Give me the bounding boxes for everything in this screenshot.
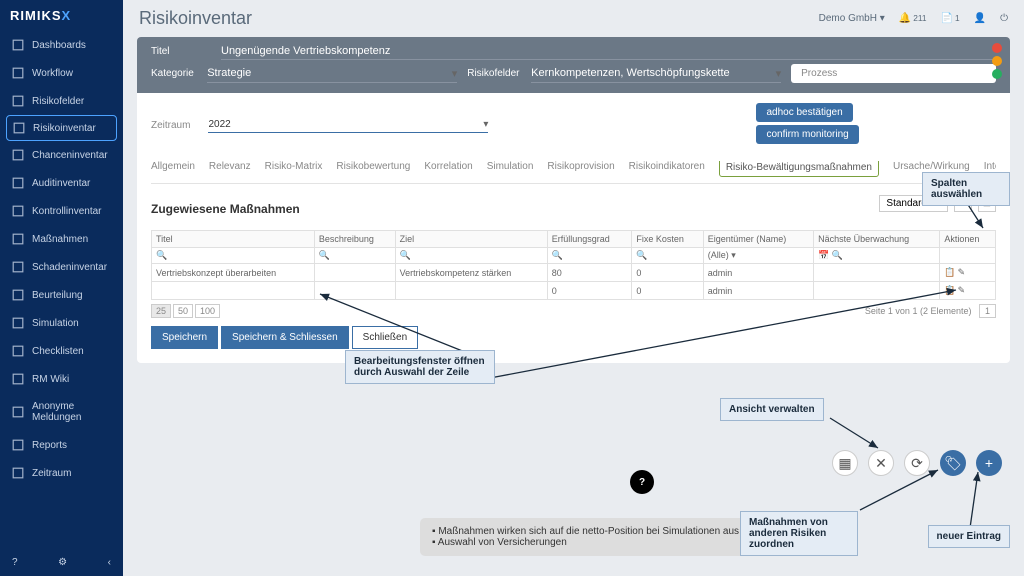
sidebar-item-10[interactable]: Simulation <box>0 309 123 337</box>
sidebar-item-11[interactable]: Checklisten <box>0 337 123 365</box>
clear-icon[interactable]: ✕ <box>868 450 894 476</box>
sidebar-item-13[interactable]: Anonyme Meldungen <box>0 393 123 431</box>
table-row[interactable]: Vertriebskonzept überarbeitenVertriebsko… <box>152 264 996 282</box>
logo: RIMIKSX <box>0 0 123 31</box>
traffic-light <box>992 43 1002 79</box>
title-field[interactable]: Ungenügende Vertriebskompetenz <box>221 43 996 60</box>
settings-icon[interactable]: ⚙ <box>58 557 67 568</box>
edit-icon[interactable]: ✎ <box>958 285 966 296</box>
sidebar-item-6[interactable]: Kontrollinventar <box>0 197 123 225</box>
sidebar-item-9[interactable]: Beurteilung <box>0 281 123 309</box>
copy-icon[interactable]: 📋 <box>944 285 955 296</box>
refresh-icon[interactable]: ⟳ <box>904 450 930 476</box>
tag-icon[interactable]: 🏷 <box>940 450 966 476</box>
measures-table: TitelBeschreibungZielErfüllungsgradFixe … <box>151 230 996 300</box>
callout-new: neuer Eintrag <box>928 525 1010 548</box>
copy-icon[interactable]: 📋 <box>944 267 955 278</box>
tab-5[interactable]: Simulation <box>487 161 534 177</box>
callout-columns: Spalten auswählen <box>922 172 1010 206</box>
sidebar-item-3[interactable]: Risikoinventar <box>6 115 117 141</box>
sidebar-item-0[interactable]: Dashboards <box>0 31 123 59</box>
fab-row: ▦ ✕ ⟳ 🏷 + <box>832 450 1002 476</box>
callout-edit: Bearbeitungsfenster öffnen durch Auswahl… <box>345 350 495 384</box>
collapse-icon[interactable]: ‹ <box>108 557 111 568</box>
page-title: Risikoinventar <box>139 8 252 29</box>
record-header: Titel Ungenügende Vertriebskompetenz Kat… <box>137 37 1010 93</box>
tabs: Allgemein Relevanz Risiko-Matrix Risikobewe… <box>151 161 996 184</box>
user-icon[interactable]: 👤 <box>974 13 986 24</box>
tab-0[interactable]: Allgemein <box>151 161 195 177</box>
sidebar-item-5[interactable]: Auditinventar <box>0 169 123 197</box>
sidebar-item-7[interactable]: Maßnahmen <box>0 225 123 253</box>
process-field[interactable]: Prozess <box>791 64 996 83</box>
sidebar-item-8[interactable]: Schadeninventar <box>0 253 123 281</box>
callout-assign: Maßnahmen von anderen Risiken zuordnen <box>740 511 858 556</box>
help-icon[interactable]: ? <box>12 557 18 568</box>
grid-icon[interactable]: ▦ <box>832 450 858 476</box>
tab-3[interactable]: Risikobewertung <box>336 161 410 177</box>
bell-icon[interactable]: 🔔211 <box>899 13 927 24</box>
section-title: Zugewiesene Maßnahmen <box>151 202 996 216</box>
category-field[interactable]: Strategie▾ <box>207 65 457 83</box>
callout-view: Ansicht verwalten <box>720 398 824 421</box>
save-close-button[interactable]: Speichern & Schliessen <box>221 326 349 349</box>
tab-8[interactable]: Risiko-Bewältigungsmaßnahmen <box>719 161 879 177</box>
confirm-button[interactable]: confirm monitoring <box>756 125 858 144</box>
company-dropdown[interactable]: Demo GmbH ▾ <box>819 13 885 24</box>
help-icon: ? <box>630 470 654 494</box>
sidebar-item-14[interactable]: Reports <box>0 431 123 459</box>
save-button[interactable]: Speichern <box>151 326 218 349</box>
riskfield-field[interactable]: Kernkompetenzen, Wertschöpfungskette▾ <box>531 65 781 83</box>
tab-6[interactable]: Risikoprovision <box>547 161 614 177</box>
tab-2[interactable]: Risiko-Matrix <box>265 161 323 177</box>
edit-icon[interactable]: ✎ <box>958 267 966 278</box>
doc-icon[interactable]: 📄1 <box>941 13 960 24</box>
adhoc-button[interactable]: adhoc bestätigen <box>756 103 852 122</box>
topbar: Risikoinventar Demo GmbH ▾ 🔔211 📄1 👤 ⏻ <box>123 0 1024 37</box>
sidebar-item-12[interactable]: RM Wiki <box>0 365 123 393</box>
sidebar: RIMIKSX DashboardsWorkflowRisikofelderRi… <box>0 0 123 576</box>
page-sizes[interactable]: 2550100 <box>151 306 222 316</box>
logout-icon[interactable]: ⏻ <box>1000 13 1008 24</box>
tab-1[interactable]: Relevanz <box>209 161 251 177</box>
content: Zeitraum 2022▾ adhoc bestätigen confirm … <box>137 93 1010 363</box>
tab-4[interactable]: Korrelation <box>424 161 472 177</box>
sidebar-item-2[interactable]: Risikofelder <box>0 87 123 115</box>
sidebar-item-1[interactable]: Workflow <box>0 59 123 87</box>
tab-7[interactable]: Risikoindikatoren <box>629 161 705 177</box>
add-icon[interactable]: + <box>976 450 1002 476</box>
close-button[interactable]: Schließen <box>352 326 418 349</box>
table-row[interactable]: 00admin📋✎ <box>152 282 996 300</box>
help-bubble: ▪ Maßnahmen wirken sich auf die netto-Po… <box>420 518 751 556</box>
period-field[interactable]: 2022▾ <box>208 117 488 133</box>
sidebar-item-4[interactable]: Chanceninventar <box>0 141 123 169</box>
sidebar-item-15[interactable]: Zeitraum <box>0 459 123 487</box>
